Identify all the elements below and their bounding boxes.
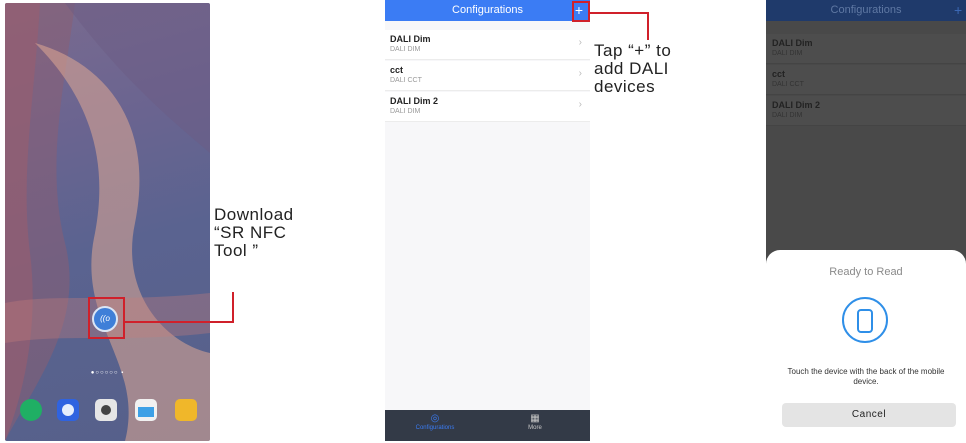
list-item[interactable]: cct DALI CCT ›	[385, 61, 590, 91]
download-note: Download “SR NFC Tool ”	[214, 205, 294, 260]
phone-icon	[842, 297, 888, 343]
tab-configurations[interactable]: ◎ Configurations	[385, 413, 485, 431]
tap-plus-note: Tap “+” to add DALI devices	[594, 41, 672, 96]
chevron-right-icon: ›	[578, 99, 582, 110]
list-item: DALI Dim 2 DALI DIM	[766, 96, 966, 126]
cancel-button[interactable]: Cancel	[782, 403, 956, 427]
list-item: cct DALI CCT	[766, 65, 966, 95]
connector-line	[125, 321, 234, 323]
browser-app-icon[interactable]	[57, 399, 79, 421]
grid-icon: ▦	[530, 413, 540, 424]
tab-more[interactable]: ▦ More	[485, 413, 585, 431]
tab-bar: ◎ Configurations ▦ More	[385, 410, 590, 441]
nfc-scan-sheet: Ready to Read Touch the device with the …	[766, 250, 966, 441]
configurations-screen: Configurations + DALI Dim DALI DIM › cct…	[385, 0, 590, 441]
messages-app-icon[interactable]	[20, 399, 42, 421]
chevron-right-icon: ›	[578, 68, 582, 79]
list-item: DALI Dim DALI DIM	[766, 34, 966, 64]
sheet-title: Ready to Read	[829, 266, 903, 278]
add-button: +	[954, 2, 963, 18]
gallery-app-icon[interactable]	[135, 399, 157, 421]
connector-line	[647, 12, 649, 40]
ready-to-read-screen: Configurations + DALI Dim DALI DIM cct D…	[766, 0, 966, 441]
nfc-tab-icon: ◎	[430, 413, 440, 424]
dock	[5, 399, 210, 427]
page-indicator: ●○○○○○ ▪	[90, 370, 125, 376]
list-item[interactable]: DALI Dim 2 DALI DIM ›	[385, 92, 590, 122]
connector-line	[590, 12, 649, 14]
connector-line	[232, 292, 234, 323]
header-title: Configurations	[385, 0, 590, 21]
app-highlight-box	[88, 297, 125, 339]
camera-app-icon[interactable]	[95, 399, 117, 421]
home-screen: ●○○○○○ ▪	[5, 3, 210, 441]
list-item[interactable]: DALI Dim DALI DIM ›	[385, 30, 590, 60]
add-button-highlight-box	[572, 1, 590, 22]
notes-app-icon[interactable]	[175, 399, 197, 421]
header-title: Configurations	[766, 0, 966, 21]
sheet-message: Touch the device with the back of the mo…	[787, 367, 945, 386]
chevron-right-icon: ›	[578, 37, 582, 48]
